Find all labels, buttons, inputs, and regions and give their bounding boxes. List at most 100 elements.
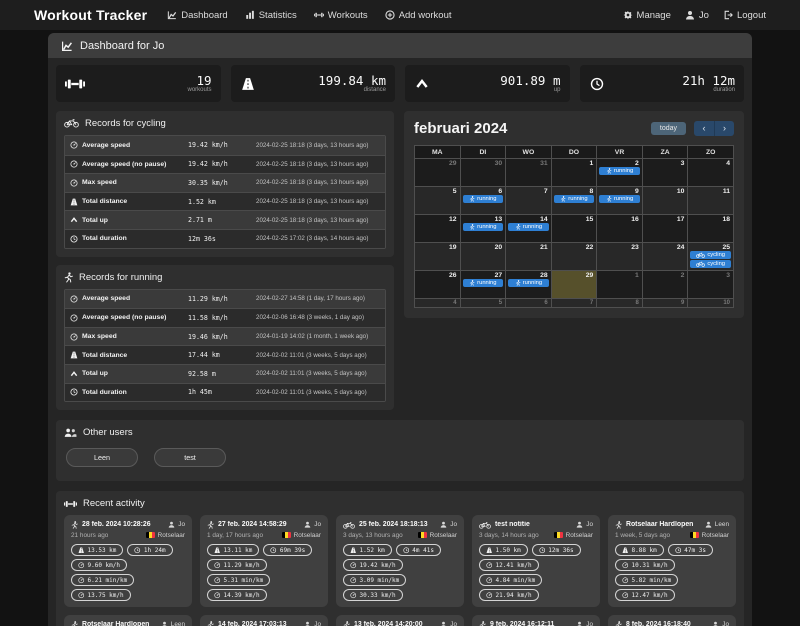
nav-item-logout[interactable]: Logout	[723, 10, 766, 21]
activity-title: test notitie	[495, 521, 530, 529]
calendar-day-cell[interactable]: 7	[505, 186, 552, 215]
badge-value: 47m 3s	[684, 546, 706, 554]
calendar-day-cell[interactable]: 31	[505, 158, 552, 187]
activity-card[interactable]: 9 feb. 2024 16:12:11 Jo 2 weeks, 5 days …	[472, 615, 600, 626]
calendar-event-running[interactable]: running	[462, 195, 504, 203]
nav-right: Manage Jo Logout	[623, 10, 766, 21]
calendar-day-cell[interactable]: 26	[414, 270, 461, 299]
calendar-day-number: 9	[681, 300, 685, 306]
calendar-day-cell[interactable]: 8 running	[550, 186, 598, 215]
calendar-day-number: 12	[449, 216, 457, 223]
calendar-day-cell[interactable]: 15	[550, 214, 598, 243]
page-title: Dashboard for Jo	[80, 39, 165, 52]
calendar-day-cell[interactable]: 5	[459, 298, 507, 308]
calendar-day-cell[interactable]: 18	[687, 214, 734, 243]
calendar-day-number: 1	[635, 272, 639, 279]
calendar-day-cell[interactable]: 19	[414, 242, 461, 271]
calendar-day-cell[interactable]: 28 running	[505, 270, 552, 299]
calendar-event-running[interactable]: running	[462, 223, 504, 231]
activity-title: 14 feb. 2024 17:03:13	[218, 621, 287, 626]
calendar-day-cell[interactable]: 29	[414, 158, 461, 187]
calendar-today-button[interactable]: today	[650, 122, 686, 135]
calendar-day-cell[interactable]: 10	[687, 298, 734, 308]
records-running-table: Average speed 11.29 km/h 2024-02-27 14:5…	[64, 288, 386, 403]
calendar-day-cell[interactable]: 30	[459, 158, 507, 187]
calendar-day-cell[interactable]: 25 cycling cycling	[687, 242, 734, 271]
activity-title: 13 feb. 2024 14:20:00	[354, 621, 423, 626]
calendar-day-cell[interactable]: 6	[505, 298, 552, 308]
calendar-day-cell[interactable]: 12	[414, 214, 461, 243]
activity-card[interactable]: 8 feb. 2024 16:18:40 Jo 2 weeks, 6 days …	[608, 615, 736, 626]
calendar-day-cell[interactable]: 6 running	[459, 186, 507, 215]
activity-card[interactable]: test notitie Jo 3 days, 14 hours ago Rot…	[472, 515, 600, 608]
badge-value: 4.84 min/km	[495, 576, 536, 584]
calendar-day-cell[interactable]: 2 running	[596, 158, 643, 187]
runner-icon	[207, 621, 214, 626]
badge-value: 12.41 km/h	[495, 561, 532, 569]
nav-item-dashboard[interactable]: Dashboard	[167, 10, 228, 21]
calendar-event-running[interactable]: running	[599, 195, 640, 203]
calendar-day-cell[interactable]: 7	[550, 298, 598, 308]
activity-card[interactable]: 27 feb. 2024 14:58:29 Jo 1 day, 17 hours…	[200, 515, 328, 608]
calendar-event-running[interactable]: running	[462, 279, 504, 287]
user-button-Leen[interactable]: Leen	[66, 448, 138, 468]
calendar-day-cell[interactable]: 8	[596, 298, 643, 308]
calendar-day-cell[interactable]: 3	[641, 158, 689, 187]
calendar-day-cell[interactable]: 29	[550, 270, 598, 299]
calendar-day-cell[interactable]: 11	[687, 186, 734, 215]
belgium-flag-icon	[281, 532, 291, 539]
calendar-dow-ZO: ZO	[687, 145, 734, 159]
calendar-event-running[interactable]: running	[508, 223, 549, 231]
nav-item-manage[interactable]: Manage	[623, 10, 671, 21]
calendar-day-cell[interactable]: 9 running	[596, 186, 643, 215]
activity-location: Rotselaar	[701, 531, 729, 539]
calendar-day-number: 8	[635, 300, 639, 306]
calendar-day-cell[interactable]: 1	[550, 158, 598, 187]
activity-time-ago: 1 week, 5 days ago	[615, 531, 671, 539]
nav-item-statistics[interactable]: Statistics	[245, 10, 297, 21]
calendar-day-cell[interactable]: 20	[459, 242, 507, 271]
nav-item-workouts[interactable]: Workouts	[313, 10, 368, 21]
chart-line-icon	[62, 41, 73, 51]
duration-badge: 12m 36s	[531, 544, 581, 557]
activity-location: Rotselaar	[157, 531, 185, 539]
activity-card[interactable]: Rotselaar Hardlopen Leen 1 week, 5 days …	[608, 515, 736, 608]
activity-card[interactable]: 14 feb. 2024 17:03:13 Jo 2 weeks ago Rot…	[200, 615, 328, 626]
calendar-day-cell[interactable]: 4	[687, 158, 734, 187]
bar-chart-icon	[245, 10, 254, 19]
calendar-day-cell[interactable]: 23	[596, 242, 643, 271]
badge-value: 1.52 km	[359, 546, 385, 554]
calendar-day-cell[interactable]: 14 running	[505, 214, 552, 243]
user-button-test[interactable]: test	[154, 448, 226, 468]
nav-item-add-workout[interactable]: Add workout	[385, 10, 452, 21]
calendar-day-cell[interactable]: 17	[641, 214, 689, 243]
calendar-day-cell[interactable]: 22	[550, 242, 598, 271]
calendar-day-cell[interactable]: 5	[414, 186, 461, 215]
calendar-event-running[interactable]: running	[599, 167, 640, 175]
calendar-day-cell[interactable]: 9	[641, 298, 689, 308]
calendar-event-running[interactable]: running	[508, 279, 549, 287]
nav-item-user[interactable]: Jo	[685, 10, 709, 21]
calendar-next-button[interactable]: ›	[714, 121, 734, 136]
calendar-day-cell[interactable]: 1	[596, 270, 643, 299]
calendar-event-running[interactable]: running	[553, 195, 595, 203]
speed-badge: 12.41 km/h	[479, 559, 539, 572]
calendar-day-cell[interactable]: 10	[641, 186, 689, 215]
calendar-day-cell[interactable]: 24	[641, 242, 689, 271]
activity-card[interactable]: Rotselaar Hardlopen Leen 2 weeks ago Rot…	[64, 615, 192, 626]
calendar-day-cell[interactable]: 27 running	[459, 270, 507, 299]
calendar-event-cycling[interactable]: cycling	[690, 260, 731, 268]
calendar-prev-button[interactable]: ‹	[694, 121, 714, 136]
stat-label: workouts	[187, 87, 212, 94]
badge-value: 21.94 km/h	[495, 591, 532, 599]
calendar-day-cell[interactable]: 13 running	[459, 214, 507, 243]
calendar-day-cell[interactable]: 4	[414, 298, 461, 308]
calendar-event-cycling[interactable]: cycling	[690, 251, 731, 259]
activity-card[interactable]: 28 feb. 2024 10:28:26 Jo 21 hours ago Ro…	[64, 515, 192, 608]
activity-card[interactable]: 13 feb. 2024 14:20:00 Jo 2 weeks, 1 day …	[336, 615, 464, 626]
calendar-day-cell[interactable]: 2	[641, 270, 689, 299]
calendar-day-cell[interactable]: 3	[687, 270, 734, 299]
calendar-day-cell[interactable]: 21	[505, 242, 552, 271]
activity-card[interactable]: 25 feb. 2024 18:18:13 Jo 3 days, 13 hour…	[336, 515, 464, 608]
calendar-day-cell[interactable]: 16	[596, 214, 643, 243]
